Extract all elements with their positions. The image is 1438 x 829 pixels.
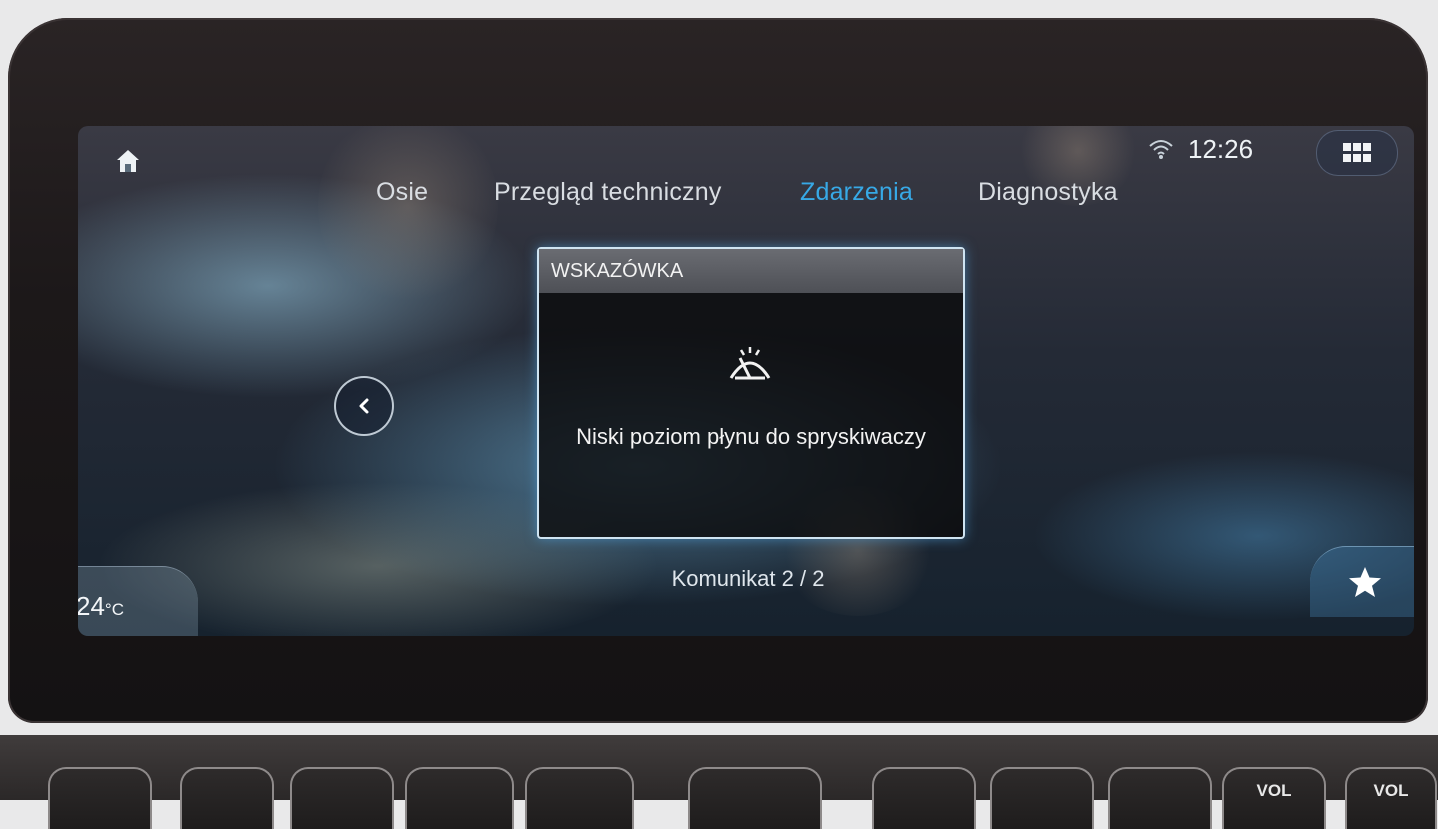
home-button[interactable] (110, 144, 146, 178)
tab-przeglad-techniczny[interactable]: Przegląd techniczny (494, 178, 722, 207)
temperature-value: 24 (78, 591, 105, 621)
app-menu-button[interactable] (1316, 130, 1398, 176)
climate-button[interactable]: 24°C (78, 566, 198, 636)
hardware-button-row: VOL VOL (0, 735, 1438, 829)
volume-up-label: VOL (1373, 781, 1409, 800)
star-icon (1349, 567, 1381, 597)
hardware-button[interactable] (525, 767, 634, 829)
previous-message-button[interactable] (334, 376, 394, 436)
hardware-button[interactable] (688, 767, 822, 829)
chevron-left-icon (359, 398, 369, 414)
hardware-button[interactable] (1108, 767, 1212, 829)
clock: 12:26 (1188, 134, 1254, 164)
home-icon (117, 150, 139, 172)
temperature-display: 24°C (78, 591, 124, 622)
tab-zdarzenia[interactable]: Zdarzenia (800, 178, 913, 207)
tab-osie[interactable]: Osie (376, 178, 428, 207)
hardware-button[interactable] (48, 767, 152, 829)
hardware-button[interactable] (990, 767, 1094, 829)
washer-fluid-icon (729, 347, 771, 380)
volume-down-label: VOL (1256, 781, 1292, 800)
dialog-message: Niski poziom płynu do spryskiwaczy (576, 424, 926, 449)
wifi-icon (1149, 140, 1173, 159)
message-dialog[interactable]: WSKAZÓWKA Niski poziom płynu do spryskiw… (537, 247, 965, 539)
hardware-button[interactable] (290, 767, 394, 829)
tab-diagnostyka[interactable]: Diagnostyka (978, 178, 1118, 207)
temperature-unit: °C (104, 600, 124, 619)
hardware-button[interactable] (872, 767, 976, 829)
grid-icon (1343, 143, 1371, 162)
hardware-button[interactable] (405, 767, 514, 829)
favorites-button[interactable] (1310, 546, 1414, 617)
volume-up-button[interactable]: VOL (1345, 767, 1437, 829)
tab-bar: Osie Przegląd techniczny Zdarzenia Diagn… (78, 178, 1414, 218)
volume-down-button[interactable]: VOL (1222, 767, 1326, 829)
display-bezel: 12:26 Osie Przegląd techniczny Zdarzenia… (8, 18, 1428, 723)
infotainment-screen: 12:26 Osie Przegląd techniczny Zdarzenia… (78, 126, 1414, 636)
hardware-button[interactable] (180, 767, 274, 829)
dialog-title: WSKAZÓWKA (539, 249, 963, 293)
message-counter: Komunikat 2 / 2 (671, 566, 825, 591)
